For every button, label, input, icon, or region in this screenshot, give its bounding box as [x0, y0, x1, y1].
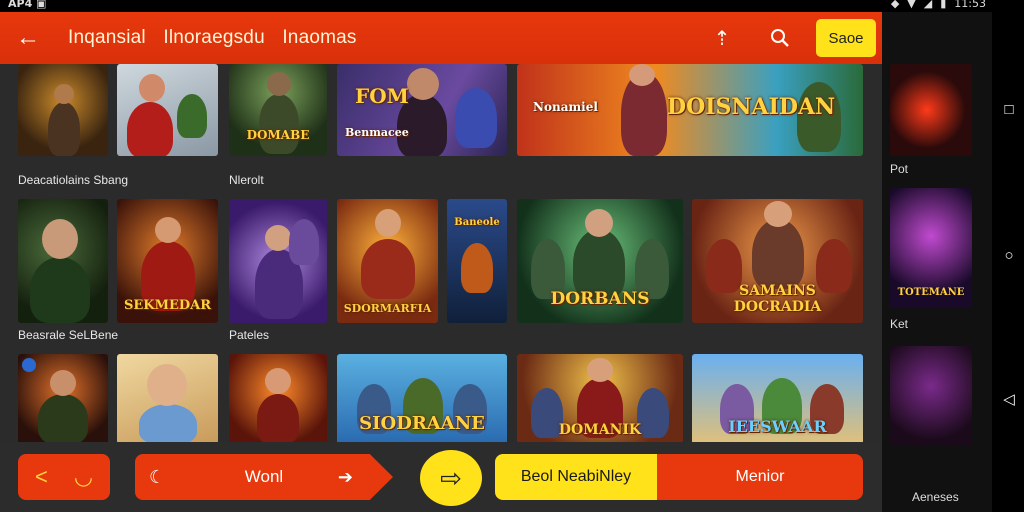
game-logo: SIODRAANE	[359, 413, 485, 434]
title-part: Ilnoraegsdu	[163, 27, 265, 48]
game-logo: DORBANS	[550, 289, 650, 309]
game-tile[interactable]: FOM Benmacee	[337, 64, 507, 156]
game-tile[interactable]: Baneole	[447, 199, 507, 323]
notification-icon: ◆	[890, 0, 900, 10]
square-icon: □	[1004, 100, 1014, 118]
game-logo: Nonamiel	[533, 100, 598, 114]
game-logo: SAMAINS DOCRADIA	[733, 283, 822, 315]
game-logo: DOISNAIDAN	[667, 94, 836, 120]
bookmark-icon: ➔	[337, 466, 353, 487]
game-logo: Benmacee	[345, 126, 409, 139]
section-label: Beasrale SeLBene	[18, 328, 119, 342]
best-button[interactable]: Beol NeabiNley	[495, 454, 657, 500]
side-label: Pot	[890, 162, 909, 176]
flame-icon: ☾	[149, 466, 166, 487]
menu-button[interactable]: Menior	[657, 454, 863, 500]
recents-button[interactable]: □	[1000, 100, 1018, 118]
upload-icon: ⇡	[713, 27, 731, 50]
next-button[interactable]: ⇨	[420, 450, 482, 506]
game-tile[interactable]: DOMABE	[229, 64, 327, 156]
game-logo: TOTEMANE	[897, 287, 965, 298]
home-button[interactable]: ○	[1000, 246, 1018, 264]
search-icon	[771, 29, 789, 47]
game-tile[interactable]	[18, 64, 108, 156]
bottom-action-bar: < ◡ ☾ Wonl ➔ ⇨ Beol NeabiNley Menior	[0, 442, 882, 512]
back-nav-button[interactable]: ◁	[1000, 390, 1018, 408]
game-logo: DOMABE	[246, 128, 310, 142]
system-navigation: □ ○ ◁	[992, 12, 1024, 512]
game-grid: DOMABE FOM Benmacee Nonamiel DOISNAIDAN …	[0, 64, 882, 444]
game-tile[interactable]	[18, 354, 108, 444]
side-tile[interactable]	[890, 64, 972, 156]
wishlist-label: Wonl	[244, 467, 284, 486]
signal-icon: ◢	[923, 0, 933, 10]
share-like-button[interactable]: < ◡	[18, 454, 110, 500]
game-logo: FOM	[355, 84, 409, 108]
game-logo: IEESWAAR	[728, 417, 827, 436]
side-label: Aeneses	[912, 490, 959, 504]
game-tile[interactable]: SDORMARFIA	[337, 199, 438, 323]
heart-icon: ◡	[73, 464, 94, 489]
wifi-icon: ▼	[907, 0, 916, 10]
status-left: AP4 ▣	[8, 0, 47, 10]
status-time: 11:53	[954, 0, 986, 10]
header-bar: ← Inqansial Ilnoraegsdu Inaomas ⇡ Saoe	[0, 12, 882, 64]
game-tile[interactable]: SIODRAANE	[337, 354, 507, 444]
title-part: Inqansial	[68, 27, 146, 48]
triangle-icon: ◁	[1003, 391, 1015, 408]
right-side-panel: Pot TOTEMANE Ket Aeneses	[882, 12, 992, 512]
game-tile[interactable]: IEESWAAR	[692, 354, 863, 444]
status-bar: AP4 ▣ ◆ ▼ ◢ ▮ 11:53	[0, 0, 1024, 12]
game-tile[interactable]: SEKMEDAR	[117, 199, 218, 323]
arrow-left-icon: ←	[16, 24, 40, 51]
section-label: Pateles	[229, 328, 270, 342]
side-label: Ket	[890, 317, 909, 331]
share-icon: <	[34, 464, 48, 489]
search-button[interactable]	[766, 24, 794, 52]
game-tile[interactable]: SAMAINS DOCRADIA	[692, 199, 863, 323]
section-label: Deacatiolains Sbang	[18, 173, 129, 187]
title-part: Inaomas	[282, 27, 357, 48]
game-logo: SDORMARFIA	[343, 302, 432, 315]
game-tile[interactable]	[117, 64, 218, 156]
game-logo: DOMANIK	[558, 422, 642, 438]
game-tile[interactable]	[229, 199, 327, 323]
share-button[interactable]: ⇡	[708, 24, 736, 52]
game-logo: SEKMEDAR	[123, 298, 212, 313]
game-tile[interactable]	[18, 199, 108, 323]
battery-icon: ▮	[940, 0, 947, 10]
game-tile[interactable]	[117, 354, 218, 444]
page-title: Inqansial Ilnoraegsdu Inaomas	[68, 27, 369, 49]
back-button[interactable]: ←	[14, 24, 42, 52]
section-label: Nlerolt	[229, 173, 264, 187]
game-tile[interactable]: DOMANIK	[517, 354, 683, 444]
side-tile[interactable]: TOTEMANE	[890, 188, 972, 308]
arrow-right-icon: ⇨	[440, 462, 462, 493]
wishlist-button[interactable]: ☾ Wonl ➔	[135, 454, 393, 500]
game-tile[interactable]: DORBANS	[517, 199, 683, 323]
game-tile-featured[interactable]: Nonamiel DOISNAIDAN	[517, 64, 863, 156]
app-window: ← Inqansial Ilnoraegsdu Inaomas ⇡ Saoe D…	[0, 12, 882, 512]
save-button[interactable]: Saoe	[816, 19, 876, 57]
game-logo: Baneole	[454, 217, 500, 228]
game-tile[interactable]	[229, 354, 327, 444]
side-tile[interactable]	[890, 346, 972, 446]
circle-icon: ○	[1004, 246, 1014, 264]
